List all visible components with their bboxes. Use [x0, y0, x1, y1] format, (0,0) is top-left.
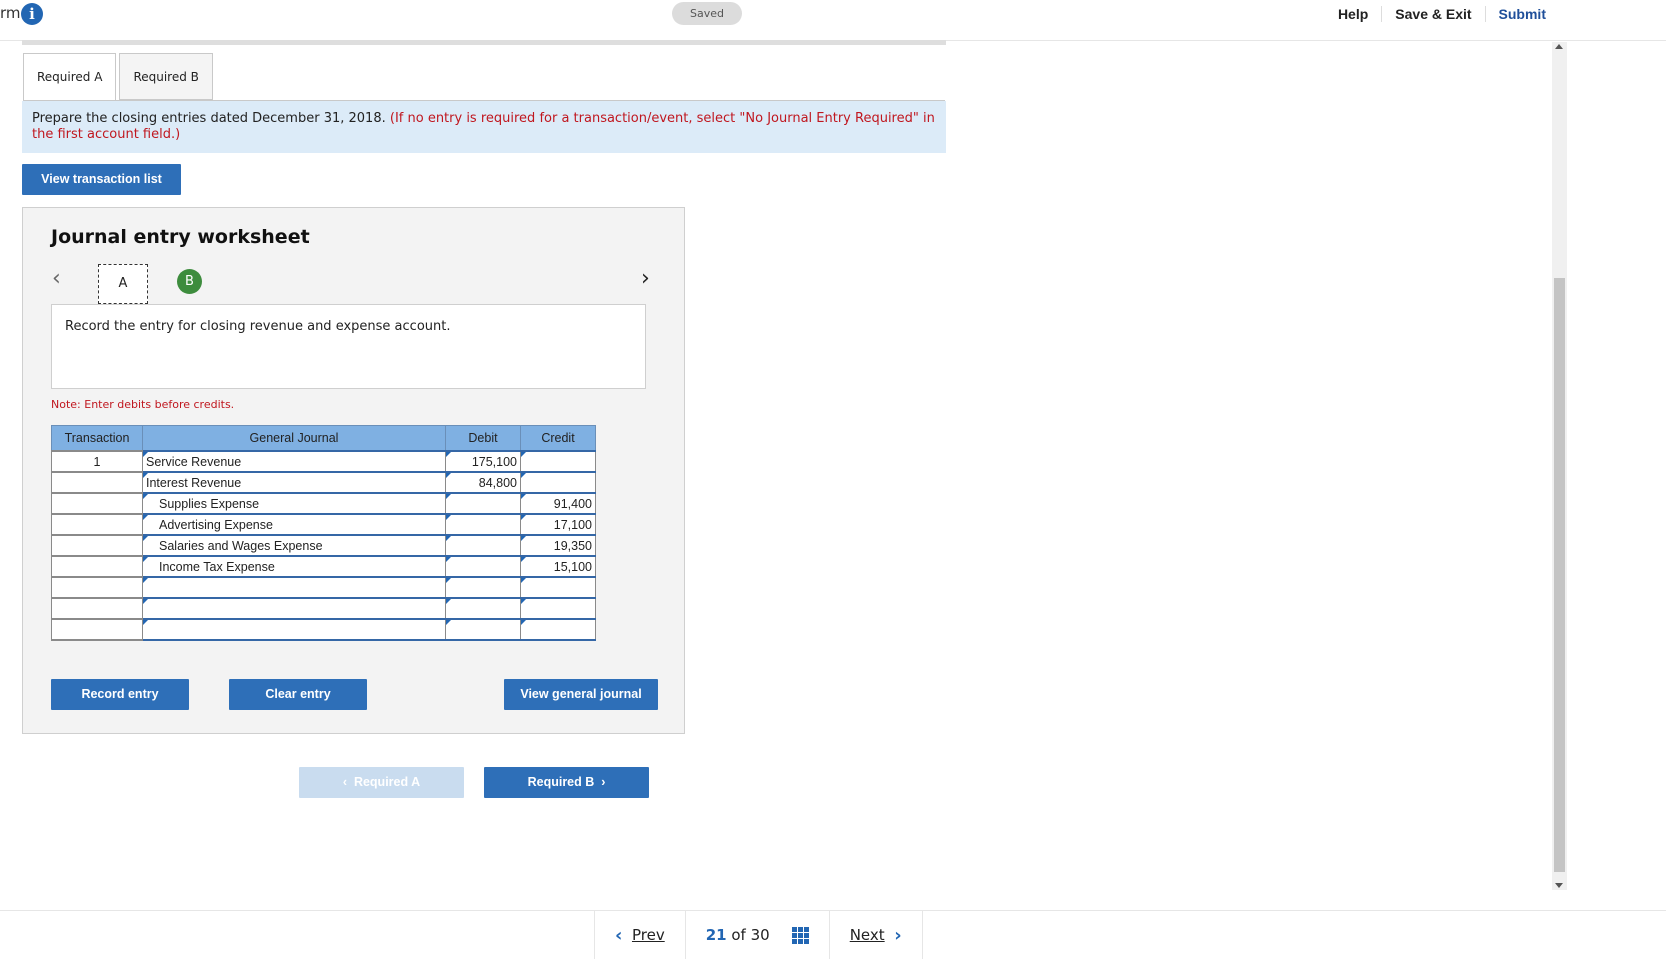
of-label: of [731, 926, 746, 944]
title-fragment: rm [0, 4, 21, 22]
progress-divider [22, 40, 946, 45]
chevron-left-icon: ‹ [615, 924, 623, 946]
header-debit: Debit [445, 425, 521, 452]
record-entry-button[interactable]: Record entry [51, 679, 189, 710]
account-cell[interactable]: Salaries and Wages Expense [142, 534, 446, 557]
credit-cell[interactable]: 19,350 [520, 534, 596, 557]
credit-cell[interactable] [520, 576, 596, 599]
info-icon[interactable]: i [21, 3, 43, 25]
instructions-box: Prepare the closing entries dated Decemb… [22, 101, 946, 153]
table-row: Advertising Expense 17,100 [51, 513, 596, 536]
account-cell[interactable]: Income Tax Expense [142, 555, 446, 578]
chevron-left-icon[interactable]: ‹ [52, 266, 61, 291]
transaction-cell [51, 555, 143, 578]
scroll-up-arrow-icon[interactable] [1555, 44, 1563, 49]
scrollbar[interactable] [1552, 42, 1567, 890]
debit-cell[interactable]: 84,800 [445, 471, 521, 494]
table-row [51, 597, 596, 620]
credit-cell[interactable]: 91,400 [520, 492, 596, 515]
chevron-right-icon: › [894, 924, 902, 946]
journal-table: Transaction General Journal Debit Credit… [51, 425, 596, 641]
next-required-button[interactable]: Required B › [484, 767, 649, 798]
account-cell[interactable]: Service Revenue [142, 450, 446, 473]
debit-cell[interactable] [445, 555, 521, 578]
table-row [51, 576, 596, 599]
account-cell[interactable] [142, 618, 446, 641]
account-cell[interactable] [142, 576, 446, 599]
account-cell[interactable]: Interest Revenue [142, 471, 446, 494]
debit-cell[interactable] [445, 534, 521, 557]
tab-required-a[interactable]: Required A [23, 53, 117, 101]
prev-required-button: ‹ Required A [299, 767, 464, 798]
scroll-thumb[interactable] [1554, 278, 1565, 872]
view-general-journal-button[interactable]: View general journal [504, 679, 658, 710]
chevron-right-icon[interactable]: › [641, 266, 650, 291]
saved-status-badge: Saved [672, 2, 742, 25]
table-row: 1 Service Revenue 175,100 [51, 450, 596, 473]
grid-icon[interactable] [791, 926, 809, 944]
submit-link[interactable]: Submit [1484, 6, 1559, 22]
entry-description-text: Record the entry for closing revenue and… [65, 319, 451, 334]
top-links: Help Save & Exit Submit [1325, 0, 1559, 28]
table-row [51, 618, 596, 641]
chevron-right-icon: › [594, 775, 606, 789]
next-page-link[interactable]: Next › [828, 911, 923, 959]
worksheet-title: Journal entry worksheet [51, 226, 310, 248]
chevron-left-icon: ‹ [342, 775, 354, 789]
transaction-cell [51, 471, 143, 494]
account-cell[interactable]: Supplies Expense [142, 492, 446, 515]
transaction-cell [51, 618, 143, 641]
debit-credit-note: Note: Enter debits before credits. [51, 398, 235, 411]
debit-cell[interactable] [445, 492, 521, 515]
credit-cell[interactable] [520, 597, 596, 620]
header-credit: Credit [520, 425, 596, 452]
account-cell[interactable]: Advertising Expense [142, 513, 446, 536]
requirement-tabs: Required A Required B [23, 53, 216, 101]
journal-header-row: Transaction General Journal Debit Credit [51, 425, 596, 452]
table-row: Salaries and Wages Expense 19,350 [51, 534, 596, 557]
journal-entry-worksheet: Journal entry worksheet ‹ A B › Record t… [22, 207, 685, 734]
credit-cell[interactable]: 17,100 [520, 513, 596, 536]
credit-cell[interactable] [520, 618, 596, 641]
credit-cell[interactable]: 15,100 [520, 555, 596, 578]
step-b-tab[interactable]: B [177, 269, 202, 294]
page-indicator[interactable]: 21 of 30 [684, 911, 829, 959]
entry-description: Record the entry for closing revenue and… [51, 304, 646, 389]
header-general-journal: General Journal [142, 425, 446, 452]
header-transaction: Transaction [51, 425, 143, 452]
question-pager: ‹ Prev 21 of 30 Next › [594, 911, 923, 959]
table-row: Income Tax Expense 15,100 [51, 555, 596, 578]
transaction-cell: 1 [51, 450, 143, 473]
clear-entry-button[interactable]: Clear entry [229, 679, 367, 710]
credit-cell[interactable] [520, 450, 596, 473]
help-link[interactable]: Help [1325, 6, 1381, 22]
scroll-down-arrow-icon[interactable] [1555, 883, 1563, 888]
transaction-cell [51, 492, 143, 515]
transaction-cell [51, 534, 143, 557]
step-a-tab[interactable]: A [98, 264, 148, 304]
account-cell[interactable] [142, 597, 446, 620]
debit-cell[interactable] [445, 597, 521, 620]
save-exit-link[interactable]: Save & Exit [1381, 6, 1484, 22]
credit-cell[interactable] [520, 471, 596, 494]
debit-cell[interactable] [445, 618, 521, 641]
top-bar: rm i Saved Help Save & Exit Submit [0, 0, 1666, 41]
current-page: 21 [705, 926, 727, 944]
table-row: Interest Revenue 84,800 [51, 471, 596, 494]
transaction-cell [51, 576, 143, 599]
total-pages: 30 [750, 926, 770, 944]
instructions-text: Prepare the closing entries dated Decemb… [32, 111, 386, 126]
transaction-cell [51, 597, 143, 620]
prev-page-link[interactable]: ‹ Prev [594, 911, 685, 959]
debit-cell[interactable] [445, 576, 521, 599]
view-transaction-list-button[interactable]: View transaction list [22, 164, 181, 195]
tab-required-b[interactable]: Required B [119, 53, 213, 100]
debit-cell[interactable]: 175,100 [445, 450, 521, 473]
table-row: Supplies Expense 91,400 [51, 492, 596, 515]
debit-cell[interactable] [445, 513, 521, 536]
transaction-cell [51, 513, 143, 536]
